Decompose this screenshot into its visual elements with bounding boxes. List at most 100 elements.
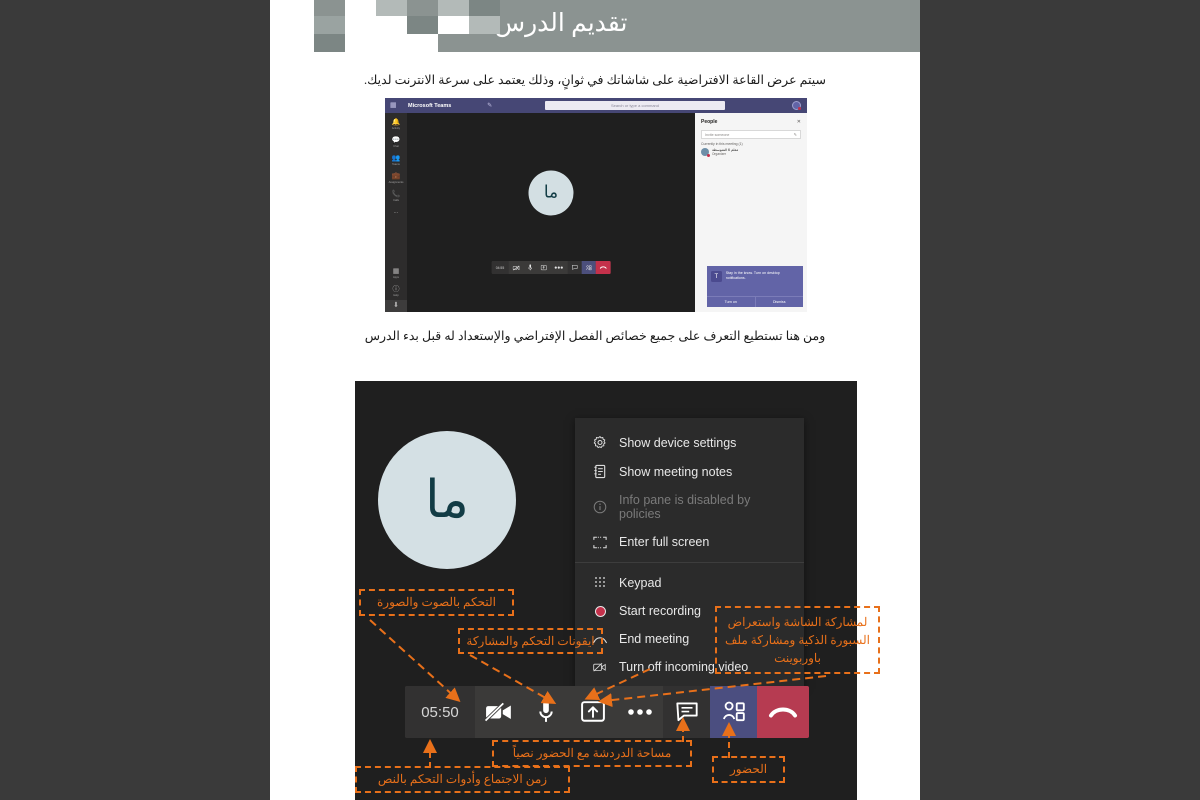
sidebar-item-assignments[interactable]: 💼 Assignments: [385, 173, 407, 185]
annotation-screen-share-whiteboard: لمشاركة الشاشة واستعراض السبورة الذكية و…: [715, 606, 880, 674]
checker-decoration: [376, 34, 407, 52]
sidebar-item-calls[interactable]: 📞 Calls: [385, 191, 407, 203]
people-panel-header: People ✕: [695, 113, 807, 127]
checker-decoration: [438, 16, 469, 34]
hangup-icon: [769, 707, 797, 718]
chat-button[interactable]: [663, 686, 710, 738]
checker-decoration: [376, 0, 407, 16]
toast-turn-on-button[interactable]: Turn on: [707, 297, 756, 307]
app-grid-icon[interactable]: ▦: [390, 102, 400, 109]
hangup-button[interactable]: [595, 261, 611, 274]
menu-item-label: Keypad: [619, 576, 662, 590]
sidebar-item-activity[interactable]: 🔔 Activity: [385, 119, 407, 131]
annotation-meeting-time-text-tools: زمن الاجتماع وأدوات التحكم بالنص: [355, 766, 570, 793]
people-section-header[interactable]: Currently in this meeting (1): [701, 142, 801, 146]
assignments-icon: 💼: [391, 173, 401, 180]
search-input[interactable]: Search or type a command: [545, 101, 725, 110]
download-icon: ⬇: [393, 302, 399, 309]
sidebar-item-label: Assignments: [388, 181, 404, 184]
camera-off-icon: [484, 702, 511, 722]
menu-item-enter-full-screen[interactable]: Enter full screen: [575, 528, 804, 556]
teams-rail-bottom: ▦ Apps ⓘ Help ⬇: [385, 262, 407, 312]
chat-icon: 💬: [391, 137, 401, 144]
record-icon: [593, 605, 607, 617]
more-options-button[interactable]: ●●●: [550, 261, 567, 274]
menu-item-label: Info pane is disabled by policies: [619, 493, 751, 521]
phone-icon: 📞: [391, 191, 401, 198]
menu-item-keypad[interactable]: Keypad: [575, 569, 804, 597]
microphone-icon: [527, 264, 532, 271]
bell-icon: 🔔: [391, 119, 401, 126]
people-button[interactable]: [710, 686, 757, 738]
avatar[interactable]: [792, 101, 801, 110]
menu-item-label: End meeting: [619, 632, 690, 646]
checker-decoration: [314, 16, 345, 34]
sidebar-item-chat[interactable]: 💬 Chat: [385, 137, 407, 149]
checker-decoration: [376, 16, 407, 34]
video-off-icon: [593, 661, 607, 673]
sidebar-item-teams[interactable]: 👥 Teams: [385, 155, 407, 167]
microphone-button[interactable]: [522, 686, 569, 738]
teams-logo-icon: T: [711, 271, 722, 282]
close-icon[interactable]: ✕: [797, 119, 801, 125]
menu-item-show-device-settings[interactable]: Show device settings: [575, 428, 804, 457]
meeting-timer: 04:55: [491, 261, 509, 274]
avatar: [701, 148, 710, 157]
chat-button[interactable]: [567, 261, 582, 274]
people-panel-small: People ✕ Invite someone ✎ Currently in t…: [695, 113, 807, 312]
add-person-icon[interactable]: ✎: [794, 132, 797, 137]
participant-avatar: ما: [528, 170, 574, 216]
microphone-icon: [538, 701, 553, 722]
share-screen-button[interactable]: [569, 686, 616, 738]
menu-divider: [575, 562, 804, 563]
notes-icon: [593, 464, 607, 479]
camera-off-icon: [512, 265, 519, 270]
teams-app-name: Microsoft Teams: [408, 102, 452, 109]
menu-item-label: Start recording: [619, 604, 701, 618]
teams-screenshot-small: ▦ Microsoft Teams ✎ Search or type a com…: [385, 98, 807, 312]
followup-paragraph: ومن هنا تستطيع التعرف على جميع خصائص الف…: [364, 329, 826, 343]
sidebar-item-label: Help: [393, 294, 399, 297]
menu-item-show-meeting-notes[interactable]: Show meeting notes: [575, 457, 804, 486]
sidebar-item-label: Chat: [393, 145, 399, 148]
fullscreen-icon: [593, 536, 607, 549]
sidebar-item-download[interactable]: ⬇: [385, 300, 407, 312]
checker-decoration: [407, 34, 438, 52]
intro-paragraph: سيتم عرض القاعة الافتراضية على شاشاتك في…: [364, 73, 826, 87]
sidebar-item-more[interactable]: ⋯: [385, 209, 407, 217]
sidebar-item-label: Apps: [393, 276, 399, 279]
sidebar-item-apps[interactable]: ▦ Apps: [385, 268, 407, 280]
list-item[interactable]: معلم 6 المتوسطة Organizer: [701, 148, 801, 157]
checker-decoration: [469, 0, 500, 16]
checker-decoration: [469, 16, 500, 34]
menu-item-label: Show device settings: [619, 435, 737, 450]
slide-page: تقديم الدرس سيتم عرض القاعة الافتراضية ع…: [270, 0, 920, 800]
camera-off-button[interactable]: [508, 261, 523, 274]
menu-item-label: Enter full screen: [619, 535, 710, 549]
annotation-control-share-icons: ايقونات التحكم والمشاركة: [458, 628, 603, 654]
compose-icon[interactable]: ✎: [487, 102, 492, 109]
person-role: Organizer: [712, 152, 726, 156]
invite-placeholder: Invite someone: [705, 132, 730, 137]
teams-left-rail: 🔔 Activity 💬 Chat 👥 Teams 💼 Assignments …: [385, 113, 407, 312]
help-icon: ⓘ: [392, 286, 400, 293]
menu-item-info-pane: Info pane is disabled by policies: [575, 486, 804, 528]
sidebar-item-help[interactable]: ⓘ Help: [385, 286, 407, 298]
more-options-button[interactable]: [616, 686, 663, 738]
apps-icon: ▦: [392, 268, 400, 275]
checker-decoration: [314, 34, 345, 52]
camera-off-button[interactable]: [475, 686, 522, 738]
checker-decoration: [407, 16, 438, 34]
annotation-audio-video-control: التحكم بالصوت والصورة: [359, 589, 514, 616]
more-icon: ⋯: [393, 210, 399, 216]
people-button[interactable]: [581, 261, 596, 274]
hangup-button[interactable]: [757, 686, 809, 738]
toast-dismiss-button[interactable]: Dismiss: [756, 297, 804, 307]
hangup-icon: [599, 266, 607, 269]
share-screen-icon: [580, 701, 605, 722]
microphone-button[interactable]: [523, 261, 536, 274]
share-screen-button[interactable]: [536, 261, 550, 274]
invite-input[interactable]: Invite someone ✎: [701, 130, 801, 139]
sidebar-item-label: Teams: [392, 163, 400, 166]
annotation-chat-with-attendees: مساحة الدردشة مع الحضور نصياً: [492, 740, 692, 767]
